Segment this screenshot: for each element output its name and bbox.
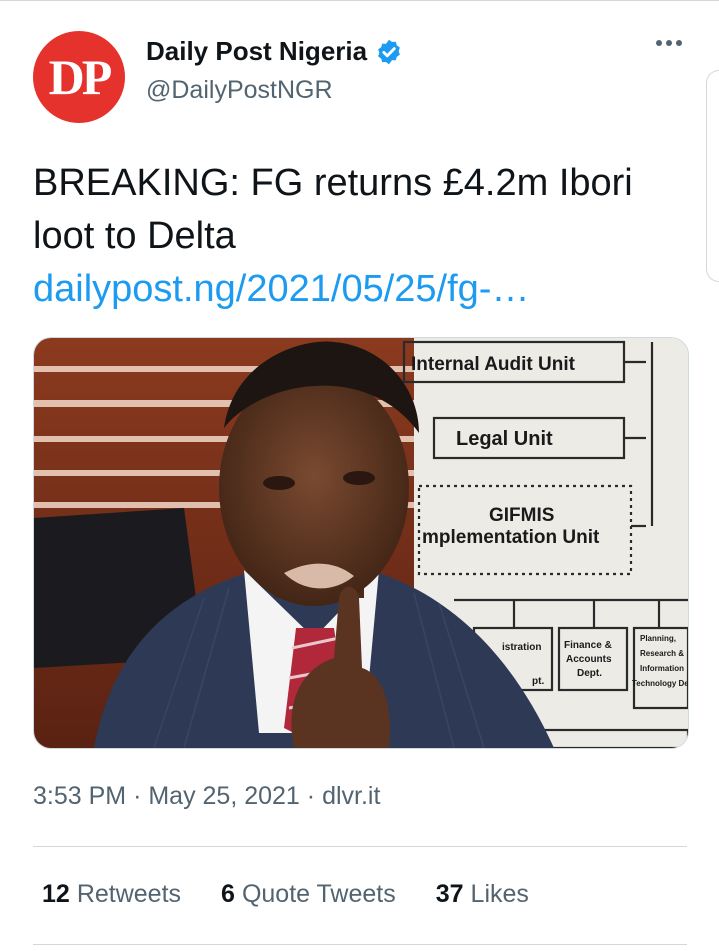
engagement-stats: 12 Retweets 6 Quote Tweets 37 Likes (42, 880, 569, 909)
tweet-source[interactable]: dlvr.it (322, 782, 380, 810)
avatar-logo-text: DP (48, 49, 113, 105)
tweet-photo[interactable]: Internal Audit Unit Legal Unit GIFMIS mp… (33, 337, 689, 749)
sign-administration: istration (502, 642, 541, 653)
meta-separator: · (306, 782, 316, 810)
divider (33, 944, 687, 945)
tweet-time[interactable]: 3:53 PM (33, 782, 126, 810)
account-name-row[interactable]: Daily Post Nigeria (146, 36, 403, 67)
verified-badge-icon (378, 39, 400, 64)
photo-illustration: Internal Audit Unit Legal Unit GIFMIS mp… (34, 338, 688, 748)
quote-tweets-count: 6 (221, 880, 235, 908)
retweets-stat[interactable]: 12 Retweets (42, 880, 181, 909)
quote-tweets-label: Quote Tweets (241, 880, 396, 908)
sign-legal-unit: Legal Unit (456, 428, 553, 450)
sign-administration-dept: pt. (532, 676, 544, 687)
account-name[interactable]: Daily Post Nigeria (146, 36, 367, 67)
sign-finance-3: Dept. (577, 668, 602, 679)
sign-gifmis: GIFMIS (489, 505, 554, 526)
more-options-icon[interactable] (656, 40, 682, 46)
account-handle[interactable]: @DailyPostNGR (146, 76, 333, 105)
tweet-link[interactable]: dailypost.ng/2021/05/25/fg-… (33, 263, 529, 316)
sign-finance-1: Finance & (564, 640, 612, 651)
sign-planning-1: Planning, (640, 634, 676, 643)
likes-stat[interactable]: 37 Likes (436, 880, 529, 909)
sign-finance-2: Accounts (566, 654, 612, 665)
avatar[interactable]: DP (33, 31, 125, 123)
sign-implementation: mplementation Unit (422, 527, 600, 548)
top-border (0, 0, 719, 9)
likes-count: 37 (435, 880, 464, 908)
tweet-date[interactable]: May 25, 2021 (148, 782, 300, 810)
tweet-meta: 3:53 PM · May 25, 2021 · dlvr.it (33, 782, 380, 811)
retweets-label: Retweets (76, 880, 182, 908)
sign-planning-3: Information (640, 664, 684, 673)
tweet-text: BREAKING: FG returns £4.2m Ibori loot to… (33, 162, 633, 257)
side-panel-edge (706, 70, 719, 282)
likes-label: Likes (470, 880, 529, 908)
divider (33, 846, 687, 847)
quote-tweets-stat[interactable]: 6 Quote Tweets (221, 880, 396, 909)
sign-planning-2: Research & (640, 649, 684, 658)
sign-planning-4: Technology Dep (632, 679, 688, 688)
sign-internal-audit: Internal Audit Unit (411, 354, 576, 375)
meta-separator: · (133, 782, 142, 810)
retweets-count: 12 (42, 880, 70, 908)
